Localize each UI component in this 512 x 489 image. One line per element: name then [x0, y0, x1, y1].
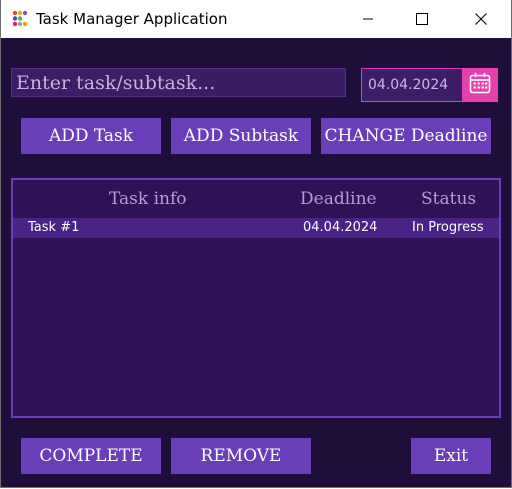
window-frame: [0, 0, 512, 488]
